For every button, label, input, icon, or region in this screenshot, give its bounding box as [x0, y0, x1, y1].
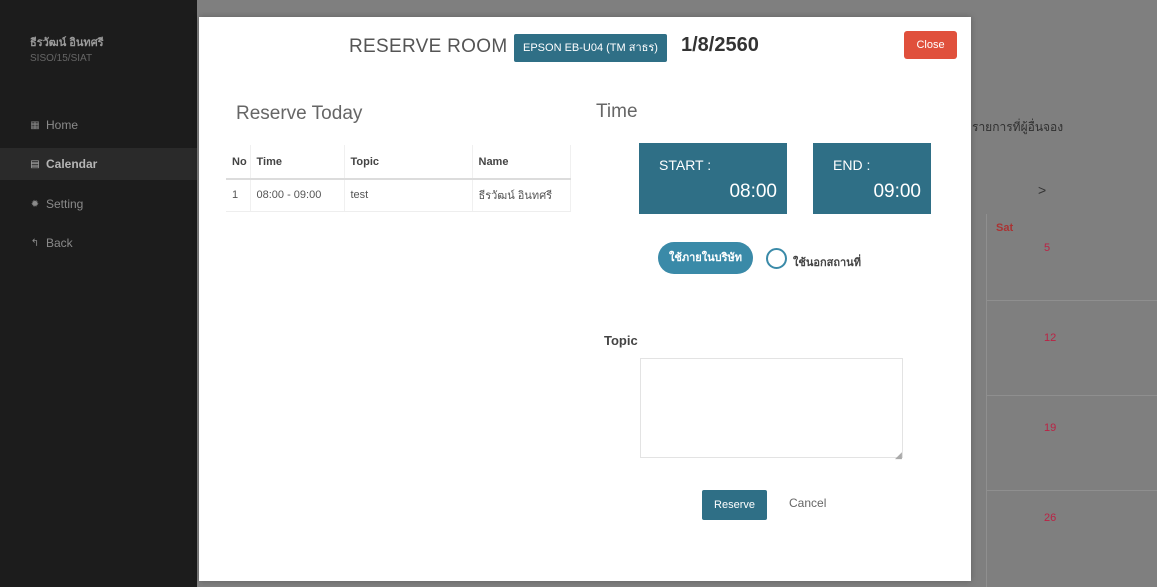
time-title: Time: [596, 101, 638, 122]
reserve-room-modal: RESERVE ROOM EPSON EB-U04 (TM สาธร) 1/8/…: [199, 17, 971, 581]
cell-name: ธีรวัฒน์ อินทศรี: [472, 179, 571, 212]
sidebar-item-calendar[interactable]: ▤ Calendar: [30, 157, 97, 171]
user-info: ธีรวัฒน์ อินทศรี SISO/15/SIAT: [30, 36, 104, 66]
reserve-button[interactable]: Reserve: [702, 490, 767, 520]
calendar-row-divider: [986, 490, 1157, 491]
cell-topic: test: [344, 179, 473, 212]
resize-grip-icon[interactable]: ◢: [895, 450, 902, 461]
reservations-table: No Time Topic Name 1 08:00 - 09:00 test …: [226, 145, 571, 212]
sidebar-item-label: Back: [46, 236, 73, 250]
calendar-next-button[interactable]: >: [1038, 182, 1046, 198]
sidebar-item-label: Setting: [46, 197, 84, 211]
cell-no: 1: [226, 179, 251, 212]
grid-icon: ▦: [30, 119, 40, 131]
table-row: 1 08:00 - 09:00 test ธีรวัฒน์ อินทศรี: [226, 179, 571, 212]
start-label: START :: [659, 157, 712, 173]
cell-time: 08:00 - 09:00: [250, 179, 345, 212]
calendar-day-cell[interactable]: 12: [1044, 332, 1056, 344]
external-use-radio[interactable]: [766, 248, 787, 269]
modal-header: RESERVE ROOM EPSON EB-U04 (TM สาธร) 1/8/…: [199, 17, 971, 77]
start-time-value: 08:00: [729, 181, 777, 202]
calendar-day-cell[interactable]: 5: [1044, 242, 1050, 254]
calendar-day-cell[interactable]: 26: [1044, 512, 1056, 524]
calendar-day-cell[interactable]: 19: [1044, 422, 1056, 434]
calendar-day-header: Sat: [996, 222, 1014, 234]
reserve-today-title: Reserve Today: [236, 103, 363, 124]
sidebar-item-label: Home: [46, 118, 79, 132]
gear-icon: ✹: [30, 198, 40, 210]
start-time-box[interactable]: START : 08:00: [639, 143, 787, 214]
topic-label: Topic: [604, 333, 638, 348]
sidebar-item-back[interactable]: ↰ Back: [30, 236, 73, 250]
end-time-box[interactable]: END : 09:00: [813, 143, 931, 214]
table-header-row: No Time Topic Name: [226, 145, 571, 180]
calendar-title: รายการที่ผู้อื่นจอง: [972, 120, 1064, 134]
sidebar-item-label: Calendar: [46, 157, 98, 171]
internal-use-option[interactable]: ใช้ภายในบริษัท: [658, 242, 753, 274]
topic-textarea[interactable]: [640, 358, 903, 458]
calendar-icon: ▤: [30, 158, 40, 170]
user-id: SISO/15/SIAT: [30, 53, 93, 64]
reservation-date: 1/8/2560: [681, 34, 759, 56]
column-header-no: No: [226, 145, 251, 180]
sidebar: ธีรวัฒน์ อินทศรี SISO/15/SIAT ▦ Home ▤ C…: [0, 0, 197, 587]
column-header-name: Name: [472, 145, 571, 180]
column-header-topic: Topic: [344, 145, 473, 180]
sidebar-item-home[interactable]: ▦ Home: [30, 118, 78, 132]
modal-title: RESERVE ROOM: [349, 36, 508, 57]
user-name: ธีรวัฒน์ อินทศรี: [30, 37, 104, 49]
external-use-label[interactable]: ใช้นอกสถานที่: [793, 253, 861, 271]
column-header-time: Time: [250, 145, 345, 180]
end-time-value: 09:00: [873, 181, 921, 202]
sidebar-item-setting[interactable]: ✹ Setting: [30, 197, 84, 211]
calendar-row-divider: [986, 395, 1157, 396]
close-button[interactable]: Close: [904, 31, 957, 59]
calendar-row-divider: [986, 300, 1157, 301]
calendar-column: [986, 214, 1058, 587]
cancel-button[interactable]: Cancel: [789, 496, 826, 510]
reply-icon: ↰: [30, 237, 40, 249]
end-label: END :: [833, 157, 871, 173]
device-badge: EPSON EB-U04 (TM สาธร): [514, 34, 667, 62]
